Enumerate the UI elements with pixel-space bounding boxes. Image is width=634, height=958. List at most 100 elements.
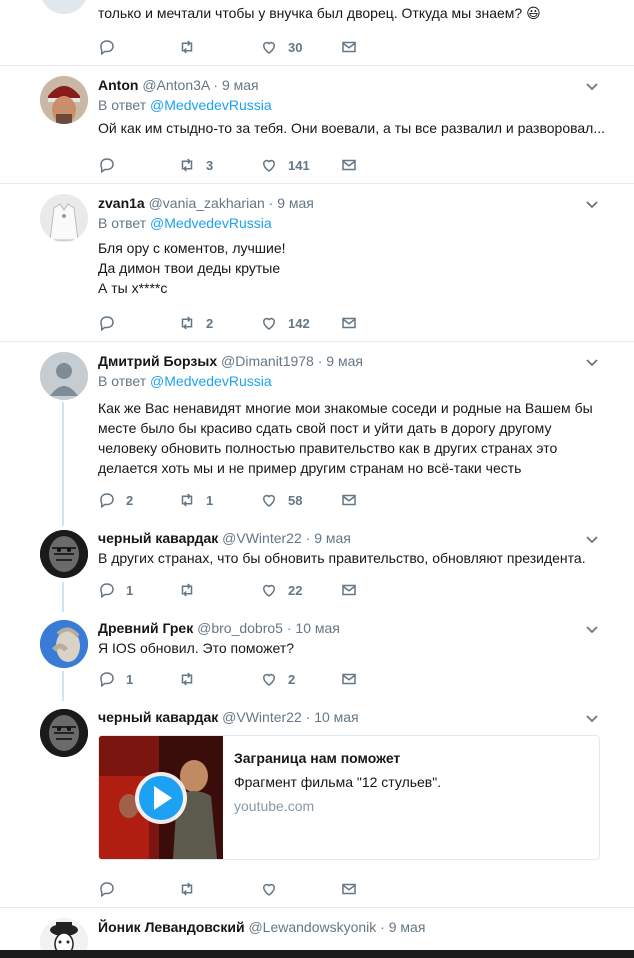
- reply-icon: [100, 493, 114, 509]
- tweet-text: только и мечтали чтобы у внучка был двор…: [98, 5, 541, 21]
- retweet-button[interactable]: 1: [178, 490, 213, 510]
- tweet-0[interactable]: только и мечтали чтобы у внучка был двор…: [0, 0, 634, 65]
- tweet-date[interactable]: 9 мая: [326, 353, 363, 369]
- retweet-button[interactable]: 2: [178, 313, 213, 333]
- tweet-2[interactable]: zvan1a @vania_zakharian · 9 мая В ответ …: [0, 184, 634, 341]
- dm-button[interactable]: [340, 669, 358, 689]
- tweet-actions: 2 142: [98, 313, 368, 333]
- tweet-3[interactable]: Дмитрий Борзых @Dimanit1978 · 9 мая В от…: [0, 342, 634, 520]
- user-name[interactable]: zvan1a: [98, 195, 145, 211]
- reply-icon: [100, 40, 114, 56]
- reply-button[interactable]: [98, 155, 116, 175]
- user-handle[interactable]: @Dimanit1978: [221, 353, 314, 369]
- tweet-date[interactable]: 10 мая: [295, 620, 339, 636]
- chevron-down-icon[interactable]: [584, 621, 600, 637]
- user-name[interactable]: Anton: [98, 77, 138, 93]
- mention-link[interactable]: @MedvedevRussia: [150, 373, 272, 389]
- user-handle[interactable]: @VWinter22: [222, 530, 302, 546]
- chevron-down-icon[interactable]: [584, 354, 600, 370]
- tweet-text: Я IOS обновил. Это поможет?: [98, 640, 295, 656]
- like-button[interactable]: 2: [260, 669, 295, 689]
- dm-button[interactable]: [340, 879, 358, 899]
- user-name[interactable]: Дмитрий Борзых: [98, 353, 217, 369]
- tweet-1[interactable]: Anton @Anton3A · 9 мая В ответ @Medvedev…: [0, 66, 634, 183]
- avatar[interactable]: [40, 194, 88, 242]
- retweet-icon: [181, 493, 193, 507]
- envelope-icon: [342, 159, 356, 171]
- reply-icon: [100, 672, 114, 688]
- user-name[interactable]: черный кавардак: [98, 530, 218, 546]
- avatar[interactable]: [40, 0, 88, 14]
- envelope-icon: [342, 673, 356, 685]
- heart-icon: [262, 584, 276, 597]
- retweet-icon: [181, 316, 193, 330]
- mention-link[interactable]: @MedvedevRussia: [150, 215, 272, 231]
- user-name[interactable]: Древний Грек: [98, 620, 193, 636]
- user-name[interactable]: Йоник Левандовский: [98, 919, 245, 935]
- reply-button[interactable]: [98, 313, 116, 333]
- link-card[interactable]: Заграница нам поможет Фрагмент фильма "1…: [98, 735, 600, 860]
- retweet-button[interactable]: [178, 580, 196, 600]
- tweet-date[interactable]: 9 мая: [277, 195, 314, 211]
- dm-button[interactable]: [340, 37, 358, 57]
- avatar[interactable]: [40, 352, 88, 400]
- avatar[interactable]: [40, 620, 88, 668]
- reply-button[interactable]: 2: [98, 490, 133, 510]
- like-button[interactable]: 58: [260, 490, 302, 510]
- avatar[interactable]: [40, 709, 88, 757]
- retweet-icon: [181, 583, 193, 597]
- avatar[interactable]: [40, 76, 88, 124]
- chevron-down-icon[interactable]: [584, 531, 600, 547]
- retweet-icon: [181, 882, 193, 896]
- user-handle[interactable]: @Lewandowskyonik: [248, 919, 376, 935]
- chevron-down-icon[interactable]: [584, 78, 600, 94]
- like-button[interactable]: [260, 879, 278, 899]
- reply-icon: [100, 316, 114, 332]
- like-button[interactable]: 30: [260, 37, 302, 57]
- avatar[interactable]: [40, 530, 88, 578]
- dm-button[interactable]: [340, 313, 358, 333]
- retweet-icon: [181, 672, 193, 686]
- heart-icon: [262, 883, 276, 896]
- user-name[interactable]: черный кавардак: [98, 709, 218, 725]
- tweet-actions: 1 22: [98, 580, 368, 600]
- tweet-5[interactable]: Древний Грек @bro_dobro5 · 10 мая Я IOS …: [0, 610, 634, 700]
- retweet-button[interactable]: 3: [178, 155, 213, 175]
- like-button[interactable]: 141: [260, 155, 310, 175]
- tweet-date[interactable]: 10 мая: [314, 709, 358, 725]
- reply-button[interactable]: 1: [98, 580, 133, 600]
- envelope-icon: [342, 494, 356, 506]
- like-button[interactable]: 22: [260, 580, 302, 600]
- heart-icon: [262, 41, 276, 54]
- retweet-button[interactable]: [178, 37, 196, 57]
- reply-button[interactable]: 1: [98, 669, 133, 689]
- tweet-4[interactable]: черный кавардак @VWinter22 · 9 мая В дру…: [0, 520, 634, 610]
- mention-link[interactable]: @MedvedevRussia: [150, 97, 272, 113]
- retweet-icon: [181, 158, 193, 172]
- reply-button[interactable]: [98, 879, 116, 899]
- dm-button[interactable]: [340, 155, 358, 175]
- chevron-down-icon[interactable]: [584, 710, 600, 726]
- user-handle[interactable]: @VWinter22: [222, 709, 302, 725]
- dm-button[interactable]: [340, 490, 358, 510]
- video-thumbnail[interactable]: [99, 736, 223, 859]
- reply-button[interactable]: [98, 37, 116, 57]
- like-button[interactable]: 142: [260, 313, 310, 333]
- chevron-down-icon[interactable]: [584, 196, 600, 212]
- reply-icon: [100, 882, 114, 898]
- reply-icon: [100, 583, 114, 599]
- heart-icon: [262, 494, 276, 507]
- retweet-button[interactable]: [178, 669, 196, 689]
- card-title: Заграница нам поможет: [234, 750, 401, 766]
- user-handle[interactable]: @Anton3A: [142, 77, 209, 93]
- dm-button[interactable]: [340, 580, 358, 600]
- card-description: Фрагмент фильма "12 стульев".: [234, 774, 442, 790]
- retweet-icon: [181, 40, 193, 54]
- retweet-button[interactable]: [178, 879, 196, 899]
- tweet-date[interactable]: 9 мая: [222, 77, 259, 93]
- user-handle[interactable]: @bro_dobro5: [197, 620, 283, 636]
- user-handle[interactable]: @vania_zakharian: [149, 195, 265, 211]
- tweet-date[interactable]: 9 мая: [314, 530, 351, 546]
- tweet-date[interactable]: 9 мая: [389, 919, 426, 935]
- envelope-icon: [342, 584, 356, 596]
